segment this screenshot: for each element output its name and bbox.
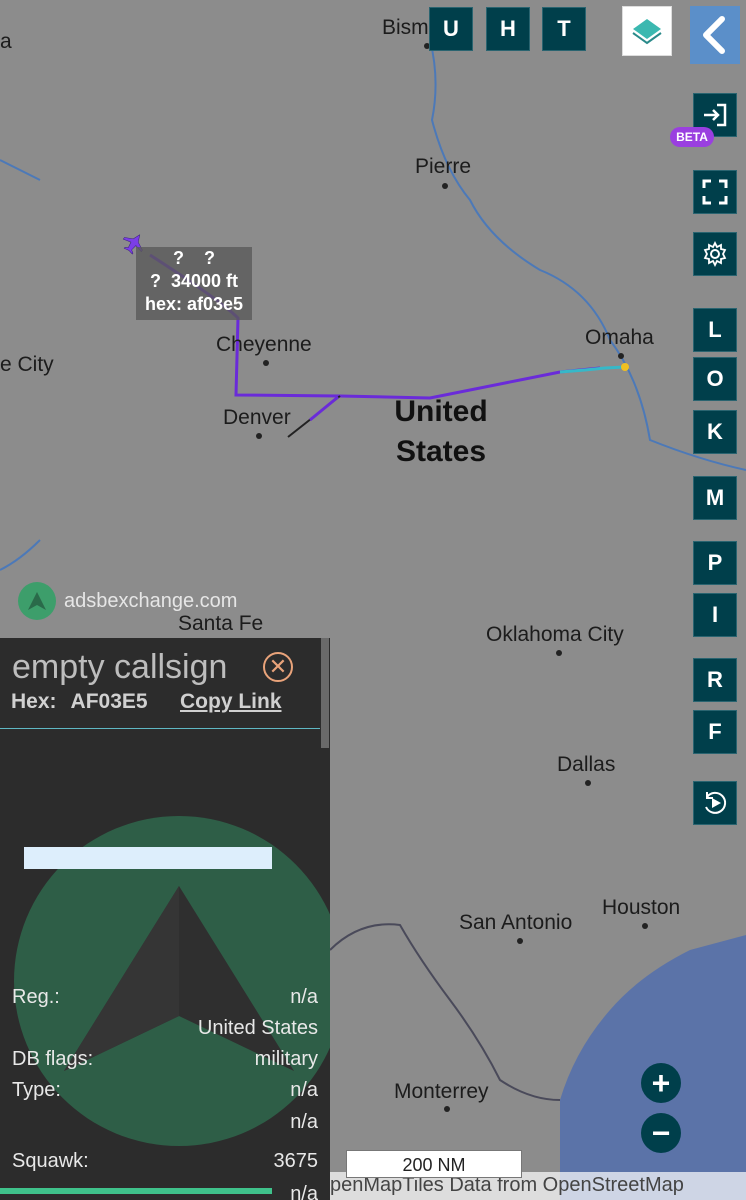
aircraft-label-line3: hex: af03e5 bbox=[144, 294, 244, 314]
city-label-houston: Houston bbox=[602, 896, 681, 919]
signal-bar bbox=[0, 1188, 272, 1194]
back-button[interactable] bbox=[690, 6, 740, 64]
zoom-out-icon: − bbox=[651, 1114, 671, 1151]
aircraft-label-line2: ? 34000 ft bbox=[149, 271, 239, 291]
copy-link[interactable]: Copy Link bbox=[180, 690, 282, 714]
city-label-denver: Denver bbox=[223, 406, 291, 429]
close-icon: ✕ bbox=[268, 654, 288, 679]
info-key: DB flags: bbox=[12, 1048, 94, 1070]
info-value: United States bbox=[197, 1017, 318, 1039]
hex-line: Hex: AF03E5 bbox=[11, 690, 148, 714]
country-label: United States bbox=[376, 392, 506, 472]
city-label-dallas: Dallas bbox=[557, 753, 616, 776]
zoom-out-button[interactable]: − bbox=[641, 1113, 681, 1153]
city-label-bismarck: Bism bbox=[382, 16, 429, 39]
info-value: 3675 bbox=[273, 1150, 319, 1172]
beta-badge: BETA bbox=[670, 127, 714, 147]
zoom-in-button[interactable]: + bbox=[641, 1063, 681, 1103]
city-label-omaha: Omaha bbox=[585, 326, 654, 349]
panel-header: empty callsign ✕ Hex: AF03E5 Copy Link bbox=[0, 638, 320, 729]
layers-icon bbox=[632, 19, 662, 45]
city-label-edge: a bbox=[0, 30, 12, 53]
login-icon bbox=[704, 103, 727, 127]
toolbar-button-i[interactable]: I bbox=[693, 593, 737, 637]
info-value: n/a bbox=[290, 986, 318, 1008]
country-label-line1: United bbox=[394, 395, 488, 428]
hex-label: Hex: bbox=[11, 690, 57, 713]
zoom-in-icon: + bbox=[651, 1064, 671, 1101]
info-key: Reg.: bbox=[12, 986, 60, 1008]
aircraft-info-panel: empty callsign ✕ Hex: AF03E5 Copy Link Re… bbox=[0, 638, 330, 1200]
hex-value: AF03E5 bbox=[70, 690, 148, 713]
watermark-text: adsbexchange.com bbox=[64, 589, 238, 612]
toolbar-button-f[interactable]: F bbox=[693, 710, 737, 754]
replay-icon bbox=[705, 791, 727, 814]
toolbar-button-l[interactable]: L bbox=[693, 308, 737, 352]
panel-scrollbar[interactable] bbox=[321, 638, 329, 748]
city-label-pierre: Pierre bbox=[415, 155, 472, 178]
info-key: Type: bbox=[12, 1079, 61, 1101]
aircraft-label-line1: ? ? bbox=[173, 248, 215, 268]
info-value: military bbox=[254, 1048, 318, 1070]
city-label-salt-lake: e City bbox=[0, 353, 54, 376]
callsign-title: empty callsign bbox=[12, 648, 228, 686]
city-label-cheyenne: Cheyenne bbox=[216, 333, 312, 356]
toolbar-button-t[interactable]: T bbox=[542, 7, 586, 51]
info-value: n/a bbox=[290, 1183, 318, 1200]
toolbar-button-o[interactable]: O bbox=[693, 357, 737, 401]
toolbar-button-r[interactable]: R bbox=[693, 658, 737, 702]
back-icon bbox=[703, 16, 725, 54]
toolbar-button-m[interactable]: M bbox=[693, 476, 737, 520]
fullscreen-icon bbox=[702, 179, 728, 205]
toolbar-button-u[interactable]: U bbox=[429, 7, 473, 51]
info-value: n/a bbox=[290, 1079, 318, 1101]
info-value: n/a bbox=[290, 1111, 318, 1133]
close-panel-button[interactable]: ✕ bbox=[263, 652, 293, 682]
toolbar-button-p[interactable]: P bbox=[693, 541, 737, 585]
toolbar-button-k[interactable]: K bbox=[693, 410, 737, 454]
toolbar-button-h[interactable]: H bbox=[486, 7, 530, 51]
aircraft-label[interactable]: ? ? ? 34000 ft hex: af03e5 bbox=[136, 247, 252, 320]
adsbx-watermark: adsbexchange.com bbox=[18, 582, 237, 620]
info-key: Squawk: bbox=[12, 1150, 89, 1172]
replay-button[interactable] bbox=[693, 781, 737, 825]
adsbx-logo-icon bbox=[18, 582, 56, 620]
aircraft-photo-placeholder bbox=[24, 847, 272, 869]
city-label-oklahoma-city: Oklahoma City bbox=[486, 623, 624, 646]
scale-bar: 200 NM bbox=[346, 1150, 522, 1178]
settings-icon bbox=[703, 240, 727, 268]
city-label-monterrey: Monterrey bbox=[394, 1080, 489, 1103]
settings-button[interactable] bbox=[693, 232, 737, 276]
city-label-san-antonio: San Antonio bbox=[459, 911, 573, 934]
fullscreen-button[interactable] bbox=[693, 170, 737, 214]
layers-button[interactable] bbox=[622, 6, 672, 56]
country-label-line2: States bbox=[395, 435, 487, 468]
